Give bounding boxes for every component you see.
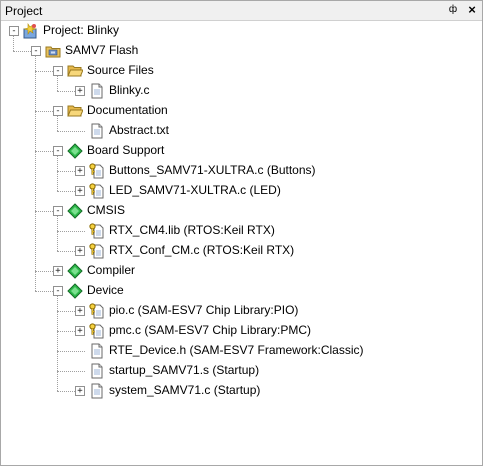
key-file-icon — [89, 323, 105, 339]
tree-node-label: RTX_CM4.lib (RTOS:Keil RTX) — [109, 223, 275, 237]
component-diamond-icon — [67, 203, 83, 219]
key-file-icon — [89, 243, 105, 259]
collapse-icon[interactable]: - — [9, 26, 19, 36]
tree-node-label: Project: Blinky — [43, 23, 120, 37]
tree-node-label: RTE_Device.h (SAM-ESV7 Framework:Classic… — [109, 343, 364, 357]
tree-node-label: Abstract.txt — [109, 123, 170, 137]
tree-node-label: Device — [87, 283, 124, 297]
tree-group-board-support[interactable]: - Board Support — [1, 141, 482, 161]
folder-open-icon — [67, 103, 84, 119]
project-panel: Project ф × - Project: Blinky - SAMV7 Flash… — [0, 0, 483, 466]
key-file-icon — [89, 163, 105, 179]
tree-node-label: Blinky.c — [109, 83, 150, 97]
pin-icon[interactable]: ф — [446, 3, 460, 17]
tree-node-label: Buttons_SAMV71-XULTRA.c (Buttons) — [109, 163, 316, 177]
tree-group-source-files[interactable]: - Source Files — [1, 61, 482, 81]
file-icon — [89, 343, 105, 359]
collapse-icon[interactable]: - — [53, 66, 63, 76]
expand-icon[interactable]: + — [75, 326, 85, 336]
key-file-icon — [89, 223, 105, 239]
tree-node-label: Source Files — [87, 63, 154, 77]
target-folder-icon — [45, 43, 61, 59]
collapse-icon[interactable]: - — [53, 106, 63, 116]
file-icon — [89, 83, 105, 99]
tree-node-label: RTX_Conf_CM.c (RTOS:Keil RTX) — [109, 243, 295, 257]
tree-group-compiler[interactable]: + Compiler — [1, 261, 482, 281]
tree-file-item[interactable]: Abstract.txt — [1, 121, 482, 141]
tree-node-target[interactable]: - SAMV7 Flash — [1, 41, 482, 61]
expand-icon[interactable]: + — [75, 186, 85, 196]
collapse-icon[interactable]: - — [31, 46, 41, 56]
file-icon — [89, 363, 105, 379]
project-tree: - Project: Blinky - SAMV7 Flash - Source File… — [1, 21, 482, 465]
tree-node-label: CMSIS — [87, 203, 126, 217]
tree-node-label: LED_SAMV71-XULTRA.c (LED) — [109, 183, 281, 197]
tree-node-label: Board Support — [87, 143, 165, 157]
tree-file-item[interactable]: + LED_SAMV71-XULTRA.c (LED) — [1, 181, 482, 201]
tree-node-label: pmc.c (SAM-ESV7 Chip Library:PMC) — [109, 323, 312, 337]
tree-file-item[interactable]: startup_SAMV71.s (Startup) — [1, 361, 482, 381]
collapse-icon[interactable]: - — [53, 206, 63, 216]
project-icon — [23, 23, 39, 39]
panel-titlebar: Project ф × — [1, 1, 482, 21]
tree-file-item[interactable]: + pio.c (SAM-ESV7 Chip Library:PIO) — [1, 301, 482, 321]
expand-icon[interactable]: + — [75, 246, 85, 256]
tree-file-item[interactable]: RTE_Device.h (SAM-ESV7 Framework:Classic… — [1, 341, 482, 361]
tree-node-label: SAMV7 Flash — [65, 43, 139, 57]
folder-open-icon — [67, 63, 84, 79]
collapse-icon[interactable]: - — [53, 286, 63, 296]
expand-icon[interactable]: + — [75, 386, 85, 396]
close-icon[interactable]: × — [465, 3, 479, 17]
tree-node-label: startup_SAMV71.s (Startup) — [109, 363, 260, 377]
expand-icon[interactable]: + — [75, 306, 85, 316]
panel-title: Project — [5, 4, 43, 18]
tree-file-item[interactable]: + pmc.c (SAM-ESV7 Chip Library:PMC) — [1, 321, 482, 341]
tree-group-device[interactable]: - Device — [1, 281, 482, 301]
tree-group-cmsis[interactable]: - CMSIS — [1, 201, 482, 221]
tree-node-label: system_SAMV71.c (Startup) — [109, 383, 261, 397]
tree-file-item[interactable]: RTX_CM4.lib (RTOS:Keil RTX) — [1, 221, 482, 241]
file-icon — [89, 123, 105, 139]
tree-file-item[interactable]: + Blinky.c — [1, 81, 482, 101]
component-diamond-icon — [67, 283, 83, 299]
expand-icon[interactable]: + — [75, 166, 85, 176]
component-diamond-icon — [67, 263, 83, 279]
tree-node-project[interactable]: - Project: Blinky — [1, 21, 482, 41]
tree-group-documentation[interactable]: - Documentation — [1, 101, 482, 121]
tree-file-item[interactable]: + system_SAMV71.c (Startup) — [1, 381, 482, 401]
tree-file-item[interactable]: + Buttons_SAMV71-XULTRA.c (Buttons) — [1, 161, 482, 181]
key-file-icon — [89, 183, 105, 199]
file-icon — [89, 383, 105, 399]
tree-node-label: Compiler — [87, 263, 136, 277]
expand-icon[interactable]: + — [75, 86, 85, 96]
tree-node-label: pio.c (SAM-ESV7 Chip Library:PIO) — [109, 303, 299, 317]
expand-icon[interactable]: + — [53, 266, 63, 276]
tree-file-item[interactable]: + RTX_Conf_CM.c (RTOS:Keil RTX) — [1, 241, 482, 261]
tree-node-label: Documentation — [87, 103, 168, 117]
component-diamond-icon — [67, 143, 83, 159]
key-file-icon — [89, 303, 105, 319]
collapse-icon[interactable]: - — [53, 146, 63, 156]
